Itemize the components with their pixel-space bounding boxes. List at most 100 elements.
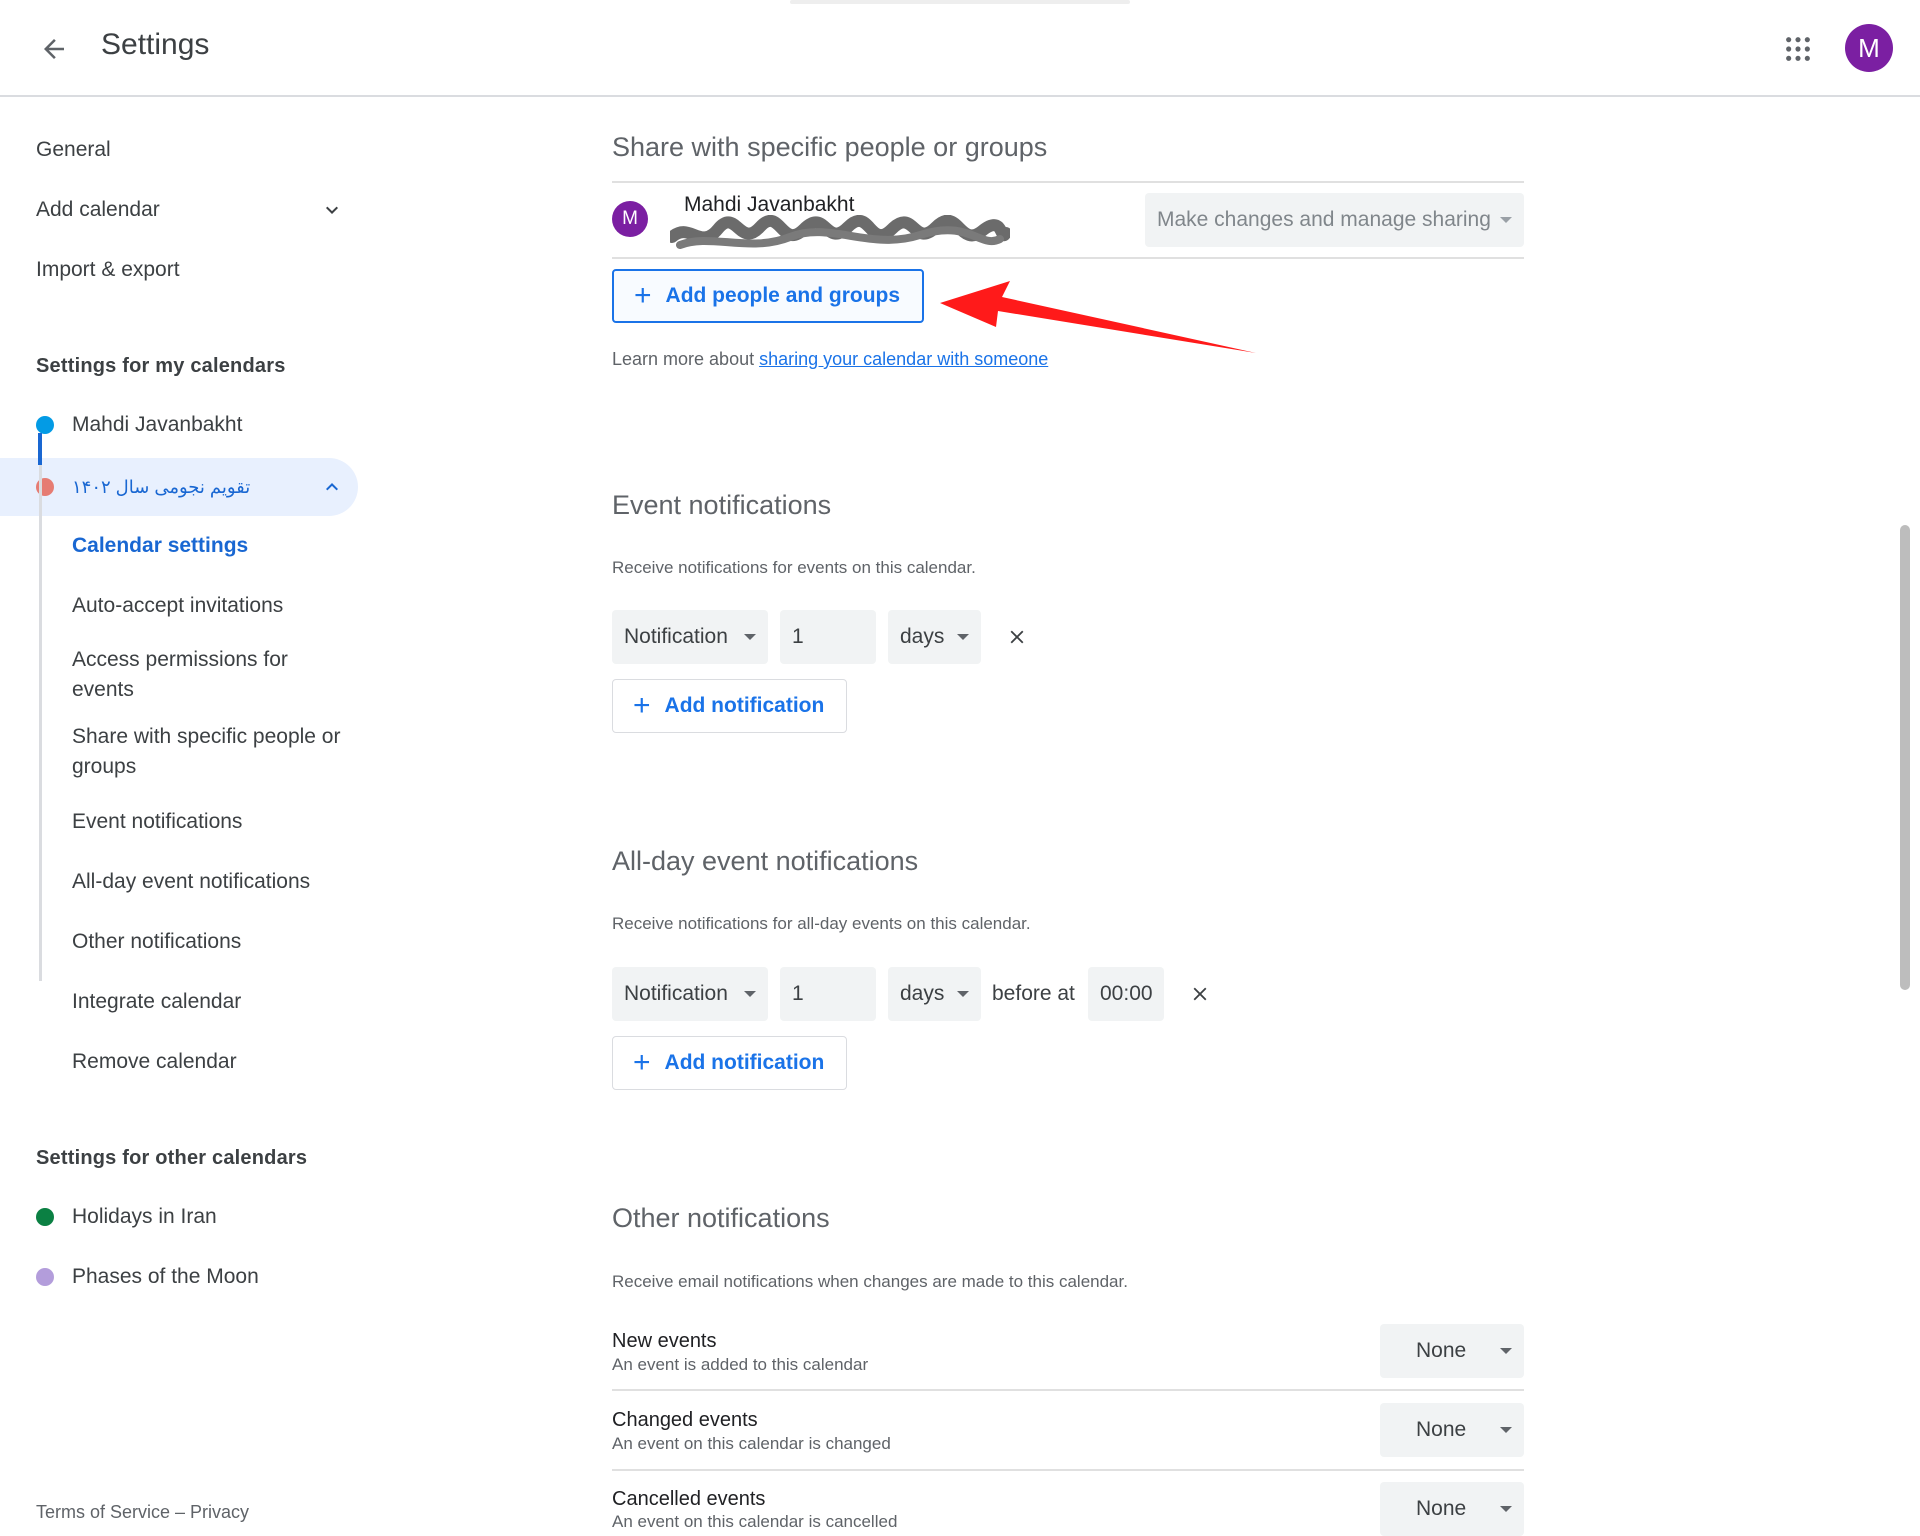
other-notifications-heading: Other notifications xyxy=(612,1203,830,1233)
sidebar-item-general[interactable]: General xyxy=(36,138,111,162)
row-sub-new-events: An event is added to this calendar xyxy=(612,1355,869,1374)
sidebar-sub-share[interactable]: Share with specific people or groups xyxy=(72,722,352,782)
account-avatar[interactable]: M xyxy=(1845,24,1893,72)
cancelled-events-select[interactable]: None xyxy=(1380,1482,1524,1536)
add-notification-button[interactable]: + Add notification xyxy=(612,679,848,733)
add-people-label: Add people and groups xyxy=(665,284,901,307)
notification-type-value: Notification xyxy=(624,625,728,648)
new-events-select[interactable]: None xyxy=(1380,1324,1524,1378)
select-value: None xyxy=(1416,1418,1467,1441)
sidebar-calendar-nojumi[interactable]: تقویم نجومی سال ۱۴۰۲ xyxy=(0,458,358,516)
sidebar-calendar-mahdi[interactable]: Mahdi Javanbakht xyxy=(0,396,358,454)
notification-unit-value: days xyxy=(900,982,945,1005)
add-notification-label: Add notification xyxy=(664,1051,825,1074)
dropdown-caret-icon xyxy=(744,634,756,640)
dropdown-caret-icon xyxy=(1500,1348,1512,1354)
sidebar-calendar-holidays[interactable]: Holidays in Iran xyxy=(0,1188,358,1246)
dropdown-caret-icon xyxy=(1500,1506,1512,1512)
notification-unit-value: days xyxy=(900,625,945,648)
dropdown-caret-icon xyxy=(957,991,969,997)
calendar-label: تقویم نجومی سال ۱۴۰۲ xyxy=(72,476,251,497)
plus-icon: + xyxy=(633,1046,651,1079)
divider xyxy=(612,181,1524,183)
remove-allday-notification-close-icon[interactable] xyxy=(1182,976,1218,1012)
divider xyxy=(612,1389,1524,1391)
page-title: Settings xyxy=(101,28,210,61)
sidebar-sub-calendar-settings[interactable]: Calendar settings xyxy=(72,531,352,561)
notification-amount-input[interactable]: 1 xyxy=(780,610,876,664)
dropdown-caret-icon xyxy=(957,634,969,640)
allday-notification-unit-select[interactable]: days xyxy=(888,967,981,1021)
calendar-label: Holidays in Iran xyxy=(72,1205,217,1228)
annotation-arrow-icon xyxy=(940,281,1256,353)
redaction-scribble xyxy=(670,215,1010,249)
allday-notification-time-input[interactable]: 00:00 xyxy=(1088,967,1164,1021)
dropdown-caret-icon xyxy=(1500,1427,1512,1433)
sidebar-sub-event-notifications[interactable]: Event notifications xyxy=(72,807,352,837)
sidebar-calendar-moon[interactable]: Phases of the Moon xyxy=(0,1248,358,1306)
add-people-button[interactable]: + Add people and groups xyxy=(612,269,925,323)
event-notifications-desc: Receive notifications for events on this… xyxy=(612,558,976,577)
sidebar-sub-remove[interactable]: Remove calendar xyxy=(72,1047,352,1077)
permission-select[interactable]: Make changes and manage sharing xyxy=(1145,193,1524,247)
allday-notifications-desc: Receive notifications for all-day events… xyxy=(612,914,1031,933)
footer-links[interactable]: Terms of Service – Privacy xyxy=(36,1502,249,1523)
learn-more-text: Learn more about sharing your calendar w… xyxy=(612,349,1048,370)
chevron-down-icon[interactable] xyxy=(320,198,344,222)
row-title-new-events: New events xyxy=(612,1330,717,1352)
divider xyxy=(612,1469,1524,1471)
sidebar-sub-other-notifications[interactable]: Other notifications xyxy=(72,927,352,957)
dropdown-caret-icon xyxy=(744,991,756,997)
person-name: Mahdi Javanbakht xyxy=(684,193,855,216)
add-allday-notification-button[interactable]: + Add notification xyxy=(612,1036,848,1090)
notification-type-value: Notification xyxy=(624,982,728,1005)
sidebar-sub-auto-accept[interactable]: Auto-accept invitations xyxy=(72,591,352,621)
row-title-cancelled-events: Cancelled events xyxy=(612,1488,766,1510)
changed-events-select[interactable]: None xyxy=(1380,1403,1524,1457)
select-value: None xyxy=(1416,1497,1467,1520)
row-sub-changed-events: An event on this calendar is changed xyxy=(612,1434,891,1453)
other-notifications-desc: Receive email notifications when changes… xyxy=(612,1272,1128,1291)
add-notification-label: Add notification xyxy=(664,694,825,717)
app-header: Settings M xyxy=(0,0,1920,97)
permission-value: Make changes and manage sharing xyxy=(1157,208,1491,231)
allday-notification-amount-input[interactable]: 1 xyxy=(780,967,876,1021)
sidebar-sub-integrate[interactable]: Integrate calendar xyxy=(72,987,352,1017)
remove-notification-close-icon[interactable] xyxy=(999,619,1035,655)
row-sub-cancelled-events: An event on this calendar is cancelled xyxy=(612,1512,898,1531)
top-divider xyxy=(790,0,1130,4)
chevron-up-icon[interactable] xyxy=(320,475,344,505)
apps-grid-icon[interactable] xyxy=(1774,25,1822,73)
submenu-rail xyxy=(39,433,42,981)
plus-icon: + xyxy=(633,689,651,722)
calendar-label: Phases of the Moon xyxy=(72,1265,259,1288)
share-heading: Share with specific people or groups xyxy=(612,132,1048,162)
sidebar-item-add-calendar[interactable]: Add calendar xyxy=(36,198,160,222)
sidebar-sub-allday-notifications[interactable]: All-day event notifications xyxy=(72,867,352,897)
learn-more-prefix: Learn more about xyxy=(612,349,760,369)
sidebar-sub-access-permissions[interactable]: Access permissions for events xyxy=(72,645,352,705)
divider xyxy=(612,257,1524,259)
select-value: None xyxy=(1416,1339,1467,1362)
submenu-active-indicator xyxy=(38,433,42,465)
before-at-label: before at xyxy=(992,982,1075,1005)
allday-notifications-heading: All-day event notifications xyxy=(612,846,919,876)
row-title-changed-events: Changed events xyxy=(612,1409,758,1431)
calendar-color-dot xyxy=(36,416,54,434)
allday-notification-type-select[interactable]: Notification xyxy=(612,967,768,1021)
vertical-scrollbar[interactable] xyxy=(1900,525,1910,990)
back-arrow-icon[interactable] xyxy=(30,25,78,73)
calendar-label: Mahdi Javanbakht xyxy=(72,413,243,436)
notification-type-select[interactable]: Notification xyxy=(612,610,768,664)
notification-unit-select[interactable]: days xyxy=(888,610,981,664)
my-calendars-heading: Settings for my calendars xyxy=(36,355,286,377)
dropdown-caret-icon xyxy=(1500,217,1512,223)
calendar-color-dot xyxy=(36,1208,54,1226)
learn-more-link[interactable]: sharing your calendar with someone xyxy=(759,349,1048,369)
calendar-color-dot xyxy=(36,1268,54,1286)
plus-icon: + xyxy=(634,279,652,312)
event-notifications-heading: Event notifications xyxy=(612,490,832,520)
other-calendars-heading: Settings for other calendars xyxy=(36,1147,308,1169)
sidebar-item-import-export[interactable]: Import & export xyxy=(36,258,180,282)
person-avatar: M xyxy=(612,201,648,237)
